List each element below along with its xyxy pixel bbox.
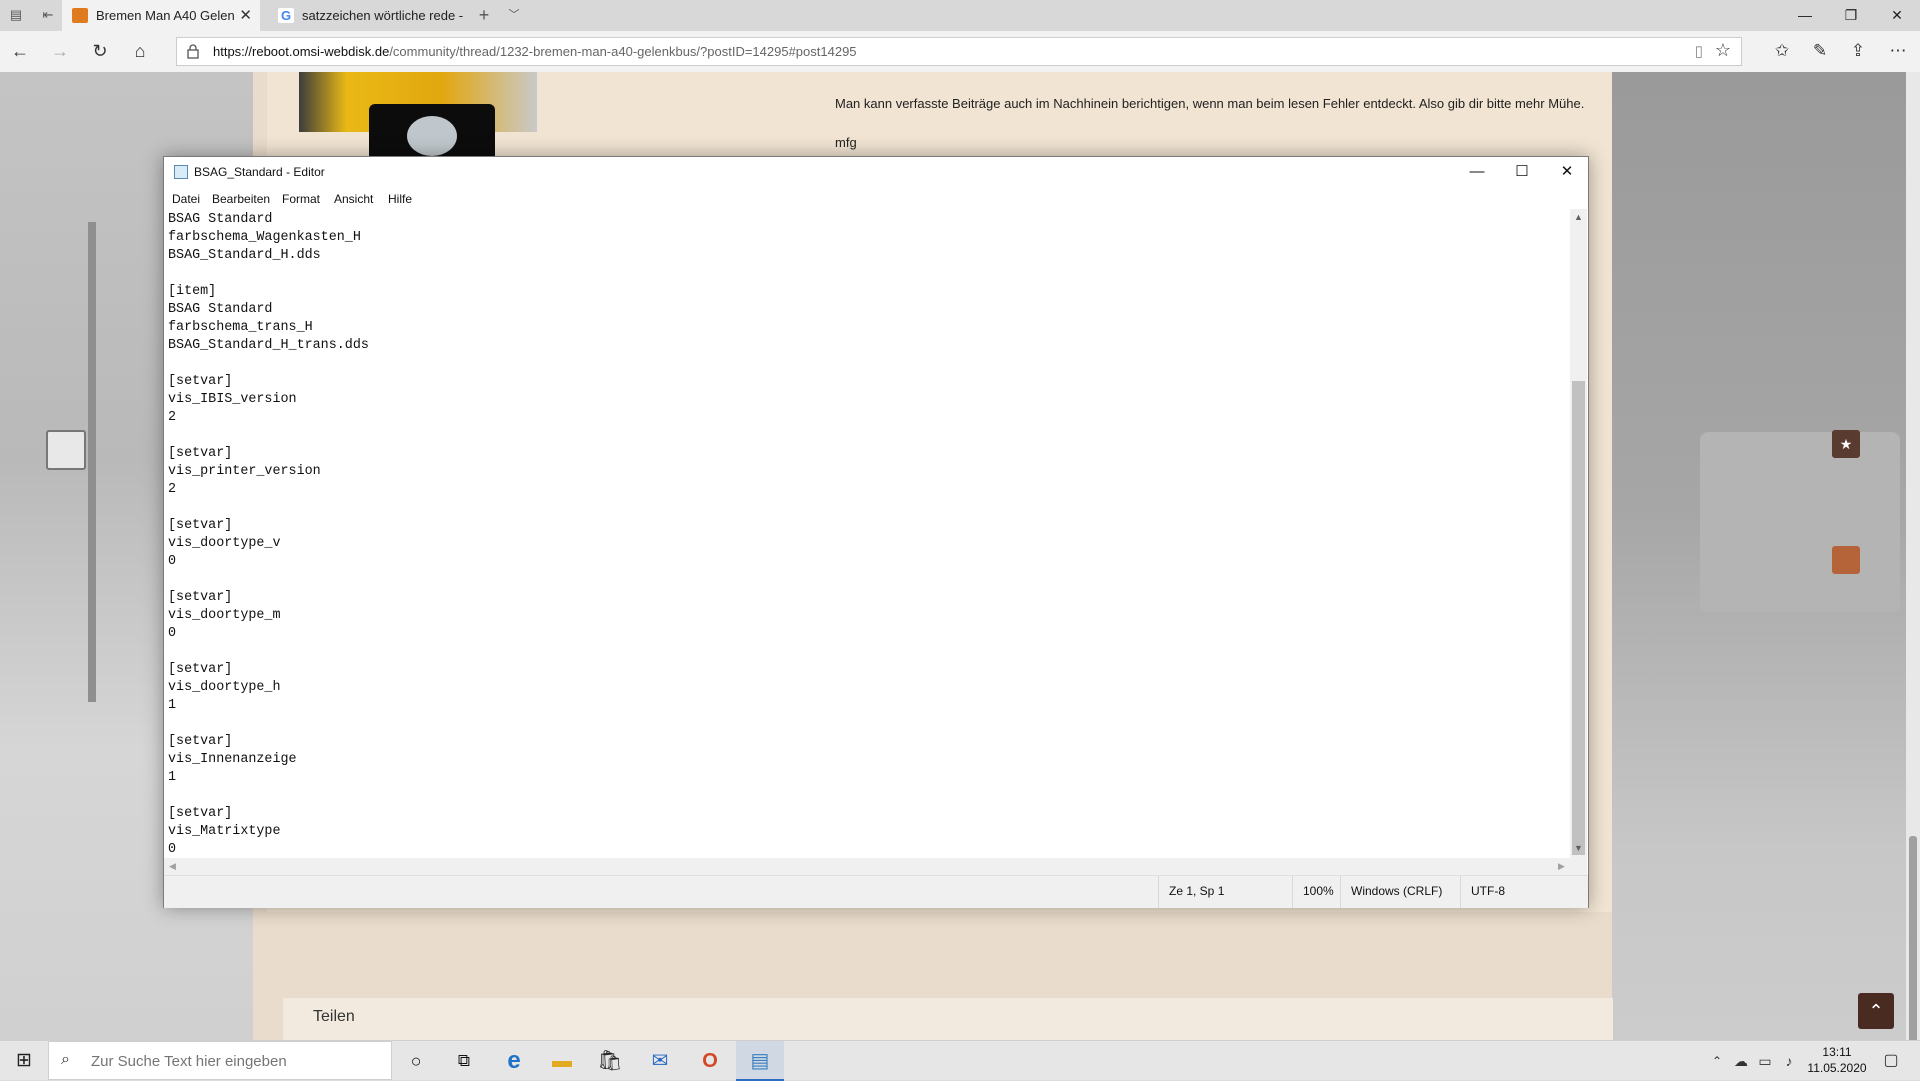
notepad-scrollbar-thumb[interactable] — [1572, 381, 1585, 855]
encoding: UTF-8 — [1460, 876, 1588, 908]
notepad-text-content: BSAG Standard farbschema_Wagenkasten_H B… — [168, 212, 369, 857]
notepad-title: BSAG_Standard - Editor — [194, 165, 325, 179]
google-favicon-icon: G — [278, 8, 294, 23]
edge-browser-icon[interactable]: e — [490, 1041, 538, 1081]
clock-time: 13:11 — [1822, 1045, 1852, 1059]
tab-label: satzzeichen wörtliche rede - — [302, 8, 464, 23]
show-hidden-icons-icon[interactable]: ⌃ — [1706, 1041, 1728, 1081]
background-pole — [88, 222, 96, 702]
notepad-status-bar: Ze 1, Sp 1 100% Windows (CRLF) UTF-8 — [164, 875, 1588, 908]
post-star-icon[interactable]: ★ — [1832, 430, 1860, 458]
notepad-horizontal-scrollbar[interactable]: ◀ ▶ — [164, 858, 1570, 875]
notepad-vertical-scrollbar[interactable]: ▲ ▼ — [1570, 209, 1587, 875]
scroll-to-top-button[interactable]: ⌃ — [1858, 993, 1894, 1029]
cortana-icon[interactable]: ○ — [392, 1041, 440, 1081]
web-note-pen-icon[interactable]: ✎ — [1808, 39, 1832, 63]
page-scrollbar[interactable] — [1906, 72, 1920, 1048]
menu-ansicht[interactable]: Ansicht — [334, 192, 373, 206]
close-tab-icon[interactable]: ✕ — [239, 0, 252, 31]
tab-preview-chevron-icon[interactable]: ﹀ — [506, 7, 522, 23]
tab-list-icon[interactable]: ▤ — [8, 7, 24, 23]
mail-icon[interactable]: ✉ — [636, 1041, 684, 1081]
bus-stop-sign — [46, 430, 86, 470]
notepad-app-icon — [174, 165, 188, 179]
post-action-button[interactable] — [1832, 546, 1860, 574]
url-text: https://reboot.omsi-webdisk.de/community… — [213, 44, 857, 59]
file-explorer-icon[interactable]: ▬ — [538, 1041, 586, 1081]
task-view-icon[interactable]: ⧉ — [440, 1041, 488, 1081]
taskbar-clock[interactable]: 13:11 11.05.2020 — [1802, 1044, 1872, 1076]
notepad-window: BSAG_Standard - Editor — ☐ ✕ Datei Bearb… — [163, 156, 1589, 908]
menu-bearbeiten[interactable]: Bearbeiten — [212, 192, 270, 206]
new-tab-icon[interactable]: + — [476, 6, 492, 24]
share-section: Teilen — [283, 998, 1613, 1040]
office-icon[interactable]: O — [686, 1041, 734, 1081]
page-scrollbar-thumb[interactable] — [1909, 836, 1917, 1048]
menu-hilfe[interactable]: Hilfe — [388, 192, 412, 206]
tab-label: Bremen Man A40 Gelen — [96, 8, 235, 23]
forum-favicon-icon — [72, 8, 88, 23]
taskbar-search-input[interactable] — [89, 1042, 383, 1081]
minimize-window-icon[interactable]: — — [1782, 0, 1828, 31]
more-menu-icon[interactable]: ⋯ — [1886, 39, 1910, 63]
menu-datei[interactable]: Datei — [172, 192, 200, 206]
favorite-star-icon[interactable]: ☆ — [1715, 40, 1731, 61]
reading-view-icon[interactable]: ▯ — [1695, 42, 1703, 60]
store-icon[interactable]: 🛍 — [586, 1041, 634, 1081]
lock-icon — [187, 44, 199, 59]
notepad-close-icon[interactable]: ✕ — [1544, 157, 1590, 187]
back-arrow-icon[interactable]: ← — [8, 39, 32, 63]
notepad-taskbar-icon[interactable]: ▤ — [736, 1041, 784, 1081]
volume-icon[interactable]: ♪ — [1778, 1041, 1800, 1081]
windows-taskbar: ⊞ ⌕ ○ ⧉ e ▬ 🛍 ✉ O ▤ ⌃ ☁ ▭ ♪ 13:11 11.05.… — [0, 1040, 1920, 1081]
network-icon[interactable]: ▭ — [1754, 1041, 1776, 1081]
background-truck — [1700, 432, 1900, 612]
notepad-title-bar[interactable]: BSAG_Standard - Editor — ☐ ✕ — [164, 157, 1588, 189]
search-icon: ⌕ — [61, 1051, 70, 1068]
taskbar-search-box[interactable]: ⌕ — [48, 1041, 392, 1081]
notepad-minimize-icon[interactable]: — — [1454, 157, 1500, 187]
notepad-text-area[interactable]: BSAG Standard farbschema_Wagenkasten_H B… — [164, 209, 1570, 858]
favorites-hub-icon[interactable]: ✩ — [1770, 39, 1794, 63]
scroll-right-arrow-icon[interactable]: ▶ — [1553, 858, 1570, 875]
scroll-up-arrow-icon[interactable]: ▲ — [1570, 209, 1587, 226]
set-aside-tabs-icon[interactable]: ⇤ — [40, 7, 56, 23]
onedrive-icon[interactable]: ☁ — [1730, 1041, 1752, 1081]
close-window-icon[interactable]: ✕ — [1874, 0, 1920, 31]
notepad-menu-bar: Datei Bearbeiten Format Ansicht Hilfe — [164, 189, 1588, 209]
refresh-icon[interactable]: ↻ — [88, 39, 112, 63]
line-endings: Windows (CRLF) — [1340, 876, 1460, 908]
browser-tab-bar: ▤ ⇤ Bremen Man A40 Gelen ✕ G satzzeichen… — [0, 0, 1920, 31]
url-field[interactable]: https://reboot.omsi-webdisk.de/community… — [176, 37, 1742, 66]
scroll-down-arrow-icon[interactable]: ▼ — [1570, 840, 1587, 857]
post-text-signoff: mfg — [835, 135, 857, 150]
browser-address-bar: ← → ↻ ⌂ https://reboot.omsi-webdisk.de/c… — [0, 31, 1920, 73]
tab-bremen-man[interactable]: Bremen Man A40 Gelen ✕ — [62, 0, 260, 31]
share-heading: Teilen — [313, 1008, 355, 1025]
scroll-left-arrow-icon[interactable]: ◀ — [164, 858, 181, 875]
post-text-line: Man kann verfasste Beiträge auch im Nach… — [835, 96, 1585, 111]
tab-google-search[interactable]: G satzzeichen wörtliche rede - — [268, 0, 468, 31]
clock-date: 11.05.2020 — [1807, 1061, 1867, 1075]
forward-arrow-icon[interactable]: → — [48, 39, 72, 63]
home-icon[interactable]: ⌂ — [128, 39, 152, 63]
notepad-maximize-icon[interactable]: ☐ — [1499, 157, 1545, 187]
action-center-icon[interactable]: ▢ — [1876, 1041, 1906, 1081]
share-icon[interactable]: ⇪ — [1846, 39, 1870, 63]
menu-format[interactable]: Format — [282, 192, 320, 206]
cursor-position: Ze 1, Sp 1 — [1158, 876, 1292, 908]
restore-window-icon[interactable]: ❐ — [1828, 0, 1874, 31]
zoom-level: 100% — [1292, 876, 1340, 908]
windows-start-icon[interactable]: ⊞ — [0, 1041, 48, 1081]
